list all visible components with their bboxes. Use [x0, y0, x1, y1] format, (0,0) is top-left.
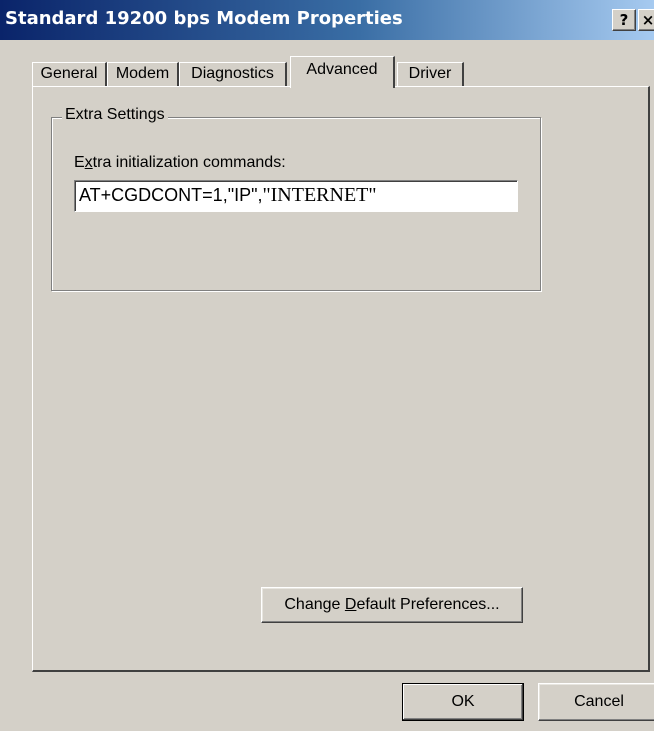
ok-button[interactable]: OK	[402, 683, 524, 721]
tab-advanced[interactable]: Advanced	[290, 56, 395, 88]
extra-settings-group: Extra Settings Extra initialization comm…	[51, 106, 541, 291]
close-button[interactable]: ×	[638, 9, 654, 31]
window-title: Standard 19200 bps Modem Properties	[5, 8, 403, 29]
tab-driver[interactable]: Driver	[397, 62, 464, 86]
advanced-tab-panel: Extra Settings Extra initialization comm…	[32, 86, 650, 672]
cancel-button[interactable]: Cancel	[538, 683, 654, 721]
extra-init-commands-label: Extra initialization commands:	[74, 154, 286, 171]
tab-modem[interactable]: Modem	[107, 62, 179, 86]
extra-init-commands-input[interactable]: AT+CGDCONT=1,"IP","INTERNET"	[74, 180, 518, 212]
tab-diagnostics[interactable]: Diagnostics	[179, 62, 287, 86]
extra-settings-legend: Extra Settings	[62, 106, 168, 124]
modem-properties-dialog: Standard 19200 bps Modem Properties ? × …	[0, 0, 654, 731]
tab-general[interactable]: General	[32, 62, 107, 86]
title-bar[interactable]: Standard 19200 bps Modem Properties ? ×	[0, 0, 654, 40]
change-default-preferences-button[interactable]: Change Default Preferences...	[261, 587, 523, 623]
help-button[interactable]: ?	[612, 9, 636, 31]
